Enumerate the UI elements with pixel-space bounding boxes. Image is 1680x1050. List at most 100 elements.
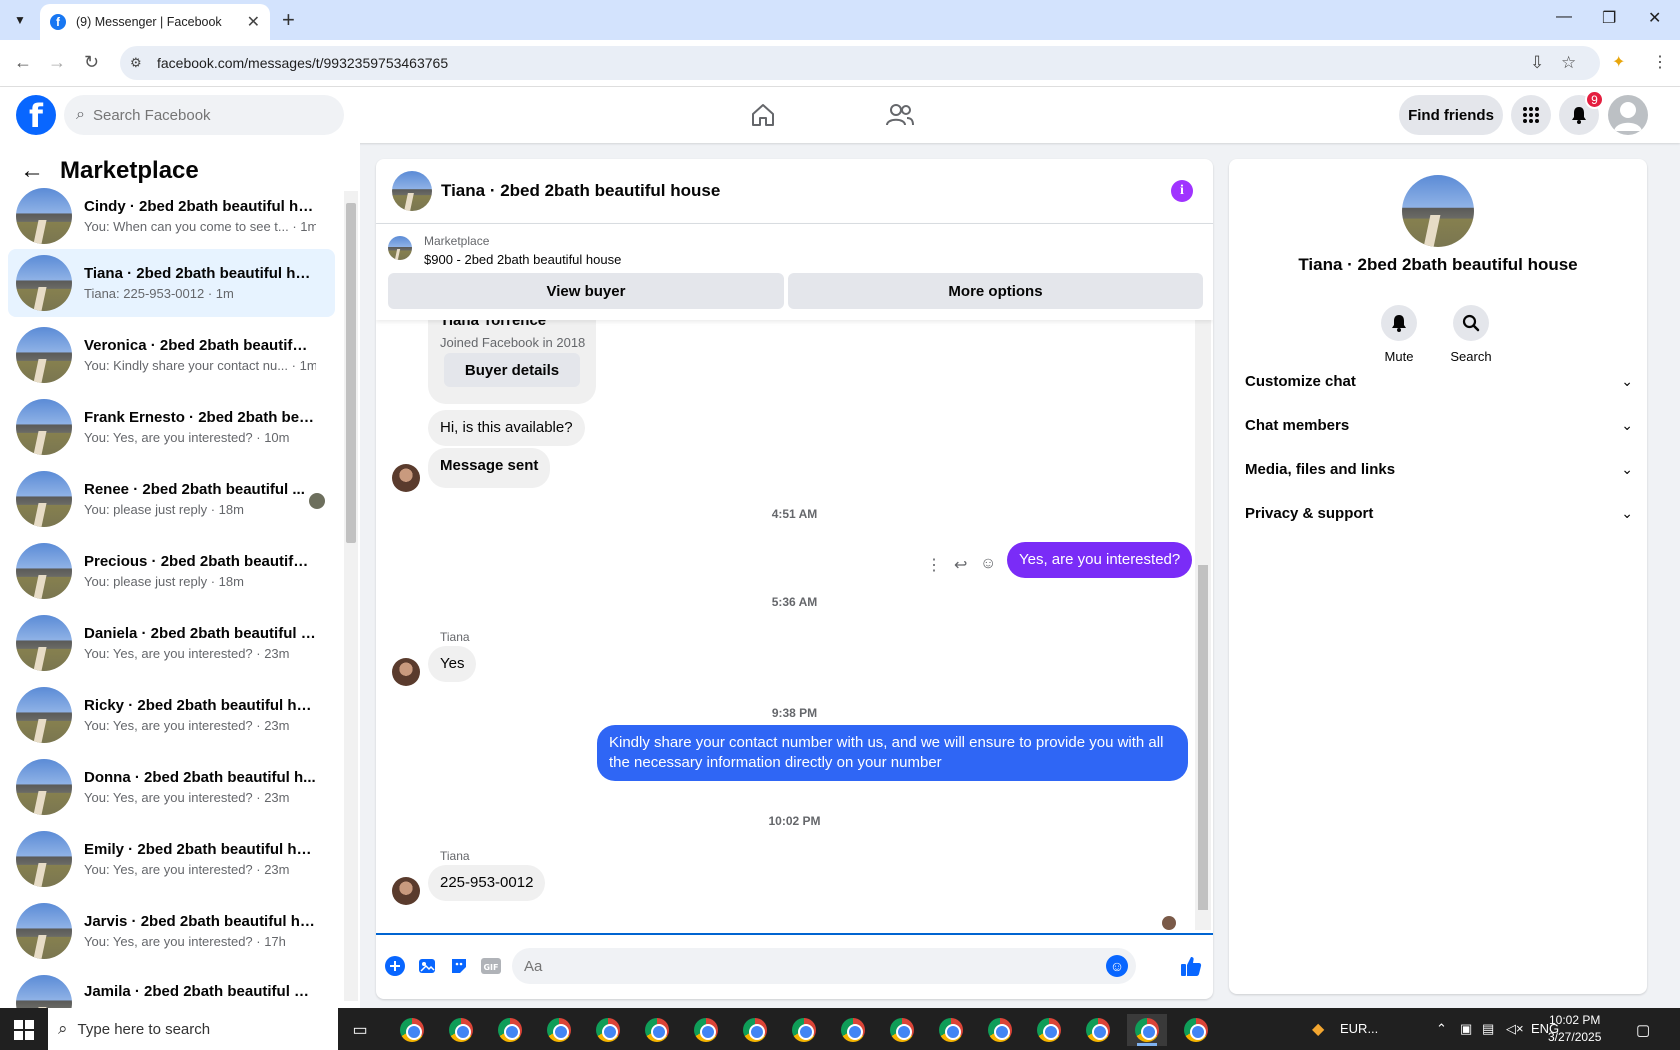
- message-bubble-outgoing[interactable]: Kindly share your contact number with us…: [597, 725, 1188, 781]
- conversation-list-scrollbar[interactable]: [344, 191, 358, 1001]
- scrollbar-thumb[interactable]: [1198, 565, 1208, 910]
- react-icon[interactable]: ☺: [980, 555, 996, 573]
- find-friends-button[interactable]: Find friends: [1399, 95, 1503, 135]
- chrome-menu-icon[interactable]: ⋮: [1652, 52, 1668, 72]
- message-bubble-incoming[interactable]: Message sent: [428, 448, 551, 488]
- conversation-item[interactable]: Daniela · 2bed 2bath beautiful h... You: …: [8, 609, 335, 677]
- conversation-item[interactable]: Renee · 2bed 2bath beautiful ... You: ple…: [8, 465, 335, 533]
- message-bubble-incoming[interactable]: Hi, is this available?: [428, 410, 585, 446]
- chrome-taskbar-icon[interactable]: [980, 1014, 1020, 1046]
- chat-details-avatar[interactable]: [1402, 175, 1474, 247]
- conversation-item[interactable]: Precious · 2bed 2bath beautiful ... You: …: [8, 537, 335, 605]
- install-app-icon[interactable]: ⇩: [1530, 53, 1544, 73]
- message-bubble-incoming[interactable]: 225-953-0012: [428, 865, 546, 901]
- emoji-icon[interactable]: ☺: [1106, 955, 1128, 977]
- mute-action[interactable]: Mute: [1369, 305, 1429, 364]
- chrome-taskbar-icon[interactable]: [441, 1014, 481, 1046]
- message-bubble-incoming[interactable]: Yes: [428, 646, 477, 682]
- chrome-taskbar-icon[interactable]: [784, 1014, 824, 1046]
- volume-muted-icon[interactable]: ◁×: [1506, 1021, 1524, 1037]
- browser-tab[interactable]: f (9) Messenger | Facebook ✕: [40, 4, 270, 40]
- chrome-taskbar-icon[interactable]: [735, 1014, 775, 1046]
- task-view-icon[interactable]: ▭: [340, 1014, 380, 1046]
- back-icon[interactable]: ←: [14, 52, 32, 73]
- chrome-taskbar-icon[interactable]: [882, 1014, 922, 1046]
- chrome-taskbar-icon[interactable]: [686, 1014, 726, 1046]
- search-action[interactable]: Search: [1441, 305, 1501, 364]
- listing-price[interactable]: $900 - 2bed 2bath beautiful house: [424, 252, 621, 267]
- tray-app-icon[interactable]: ▣: [1460, 1021, 1472, 1037]
- restore-icon[interactable]: ❐: [1602, 8, 1616, 28]
- more-actions-icon[interactable]: ⋮: [926, 555, 942, 575]
- chat-members-row[interactable]: Chat members ⌄: [1245, 405, 1633, 445]
- customize-chat-row[interactable]: Customize chat ⌄: [1245, 361, 1633, 401]
- conversation-item[interactable]: Ricky · 2bed 2bath beautiful ho... You: Y…: [8, 681, 335, 749]
- taskbar-clock[interactable]: 10:02 PM 3/27/2025: [1548, 1012, 1601, 1046]
- chrome-taskbar-icon[interactable]: [392, 1014, 432, 1046]
- chrome-taskbar-icon[interactable]: [1078, 1014, 1118, 1046]
- sender-avatar[interactable]: [392, 658, 420, 686]
- conversation-item[interactable]: Veronica · 2bed 2bath beautiful ... You: …: [8, 321, 335, 389]
- view-buyer-button[interactable]: View buyer: [388, 273, 784, 309]
- minimize-icon[interactable]: —: [1556, 8, 1572, 26]
- weather-text[interactable]: EUR...: [1340, 1021, 1378, 1036]
- more-options-button[interactable]: More options: [788, 273, 1203, 309]
- conversation-item[interactable]: Jarvis · 2bed 2bath beautiful ho... You: …: [8, 897, 335, 965]
- facebook-search-box[interactable]: ⌕: [64, 95, 344, 135]
- conversation-item[interactable]: Emily · 2bed 2bath beautiful ho... You: Y…: [8, 825, 335, 893]
- close-tab-icon[interactable]: ✕: [247, 12, 260, 32]
- sticker-icon[interactable]: [448, 955, 470, 977]
- chrome-taskbar-icon[interactable]: [833, 1014, 873, 1046]
- chrome-taskbar-icon[interactable]: [1176, 1014, 1216, 1046]
- add-icon[interactable]: [384, 955, 406, 977]
- chrome-taskbar-icon-active[interactable]: [1127, 1014, 1167, 1046]
- gif-icon[interactable]: GIF: [480, 955, 502, 977]
- sender-avatar[interactable]: [392, 877, 420, 905]
- extension-icon[interactable]: ✦: [1612, 52, 1625, 72]
- conversation-item[interactable]: Frank Ernesto · 2bed 2bath bea... You: Ye…: [8, 393, 335, 461]
- facebook-logo-icon[interactable]: f: [16, 95, 56, 135]
- privacy-support-row[interactable]: Privacy & support ⌄: [1245, 493, 1633, 533]
- message-input[interactable]: [524, 957, 1064, 975]
- notification-center-icon[interactable]: ▢: [1636, 1021, 1650, 1039]
- facebook-search-input[interactable]: [92, 106, 293, 124]
- search-icon[interactable]: [1453, 305, 1489, 341]
- site-info-icon[interactable]: ⚙: [130, 55, 142, 71]
- windows-start-icon[interactable]: [14, 1020, 34, 1040]
- message-input-box[interactable]: ☺: [512, 948, 1136, 984]
- conversation-item[interactable]: Jamila · 2bed 2bath beautiful ho...: [8, 969, 335, 1008]
- chat-title[interactable]: Tiana · 2bed 2bath beautiful house: [441, 181, 720, 201]
- taskbar-search[interactable]: ⌕ Type here to search: [48, 1008, 338, 1050]
- url-text[interactable]: facebook.com/messages/t/9932359753463765: [157, 55, 448, 71]
- chrome-taskbar-icon[interactable]: [490, 1014, 530, 1046]
- conversation-item-active[interactable]: Tiana · 2bed 2bath beautiful ho... Tiana:…: [8, 249, 335, 317]
- chrome-taskbar-icon[interactable]: [539, 1014, 579, 1046]
- chrome-taskbar-icon[interactable]: [931, 1014, 971, 1046]
- account-avatar[interactable]: [1608, 95, 1648, 135]
- tab-list-icon[interactable]: ▼: [8, 8, 32, 32]
- address-bar[interactable]: ⚙ facebook.com/messages/t/99323597534637…: [120, 46, 1600, 80]
- bookmark-star-icon[interactable]: ☆: [1561, 53, 1576, 73]
- sender-avatar[interactable]: [392, 464, 420, 492]
- home-icon[interactable]: [745, 99, 781, 131]
- weather-icon[interactable]: ◆: [1312, 1019, 1324, 1039]
- back-arrow-icon[interactable]: ←: [20, 157, 44, 185]
- info-icon[interactable]: i: [1171, 180, 1193, 202]
- media-files-links-row[interactable]: Media, files and links ⌄: [1245, 449, 1633, 489]
- chrome-taskbar-icon[interactable]: [588, 1014, 628, 1046]
- new-tab-icon[interactable]: +: [282, 8, 295, 32]
- chrome-taskbar-icon[interactable]: [1029, 1014, 1069, 1046]
- menu-grid-icon[interactable]: [1511, 95, 1551, 135]
- mute-bell-icon[interactable]: [1381, 305, 1417, 341]
- message-bubble-outgoing[interactable]: Yes, are you interested?: [1007, 542, 1193, 578]
- forward-icon[interactable]: →: [48, 52, 66, 73]
- conversation-item[interactable]: Cindy · 2bed 2bath beautiful ho... You: W…: [8, 182, 335, 250]
- thumbs-up-icon[interactable]: [1180, 955, 1202, 977]
- photo-icon[interactable]: [416, 955, 438, 977]
- reload-icon[interactable]: ↻: [84, 52, 99, 73]
- close-window-icon[interactable]: ✕: [1648, 8, 1661, 28]
- reply-icon[interactable]: ↩: [954, 555, 967, 575]
- network-icon[interactable]: ▤: [1482, 1021, 1494, 1037]
- chrome-taskbar-icon[interactable]: [637, 1014, 677, 1046]
- buyer-details-button[interactable]: Buyer details: [444, 353, 580, 387]
